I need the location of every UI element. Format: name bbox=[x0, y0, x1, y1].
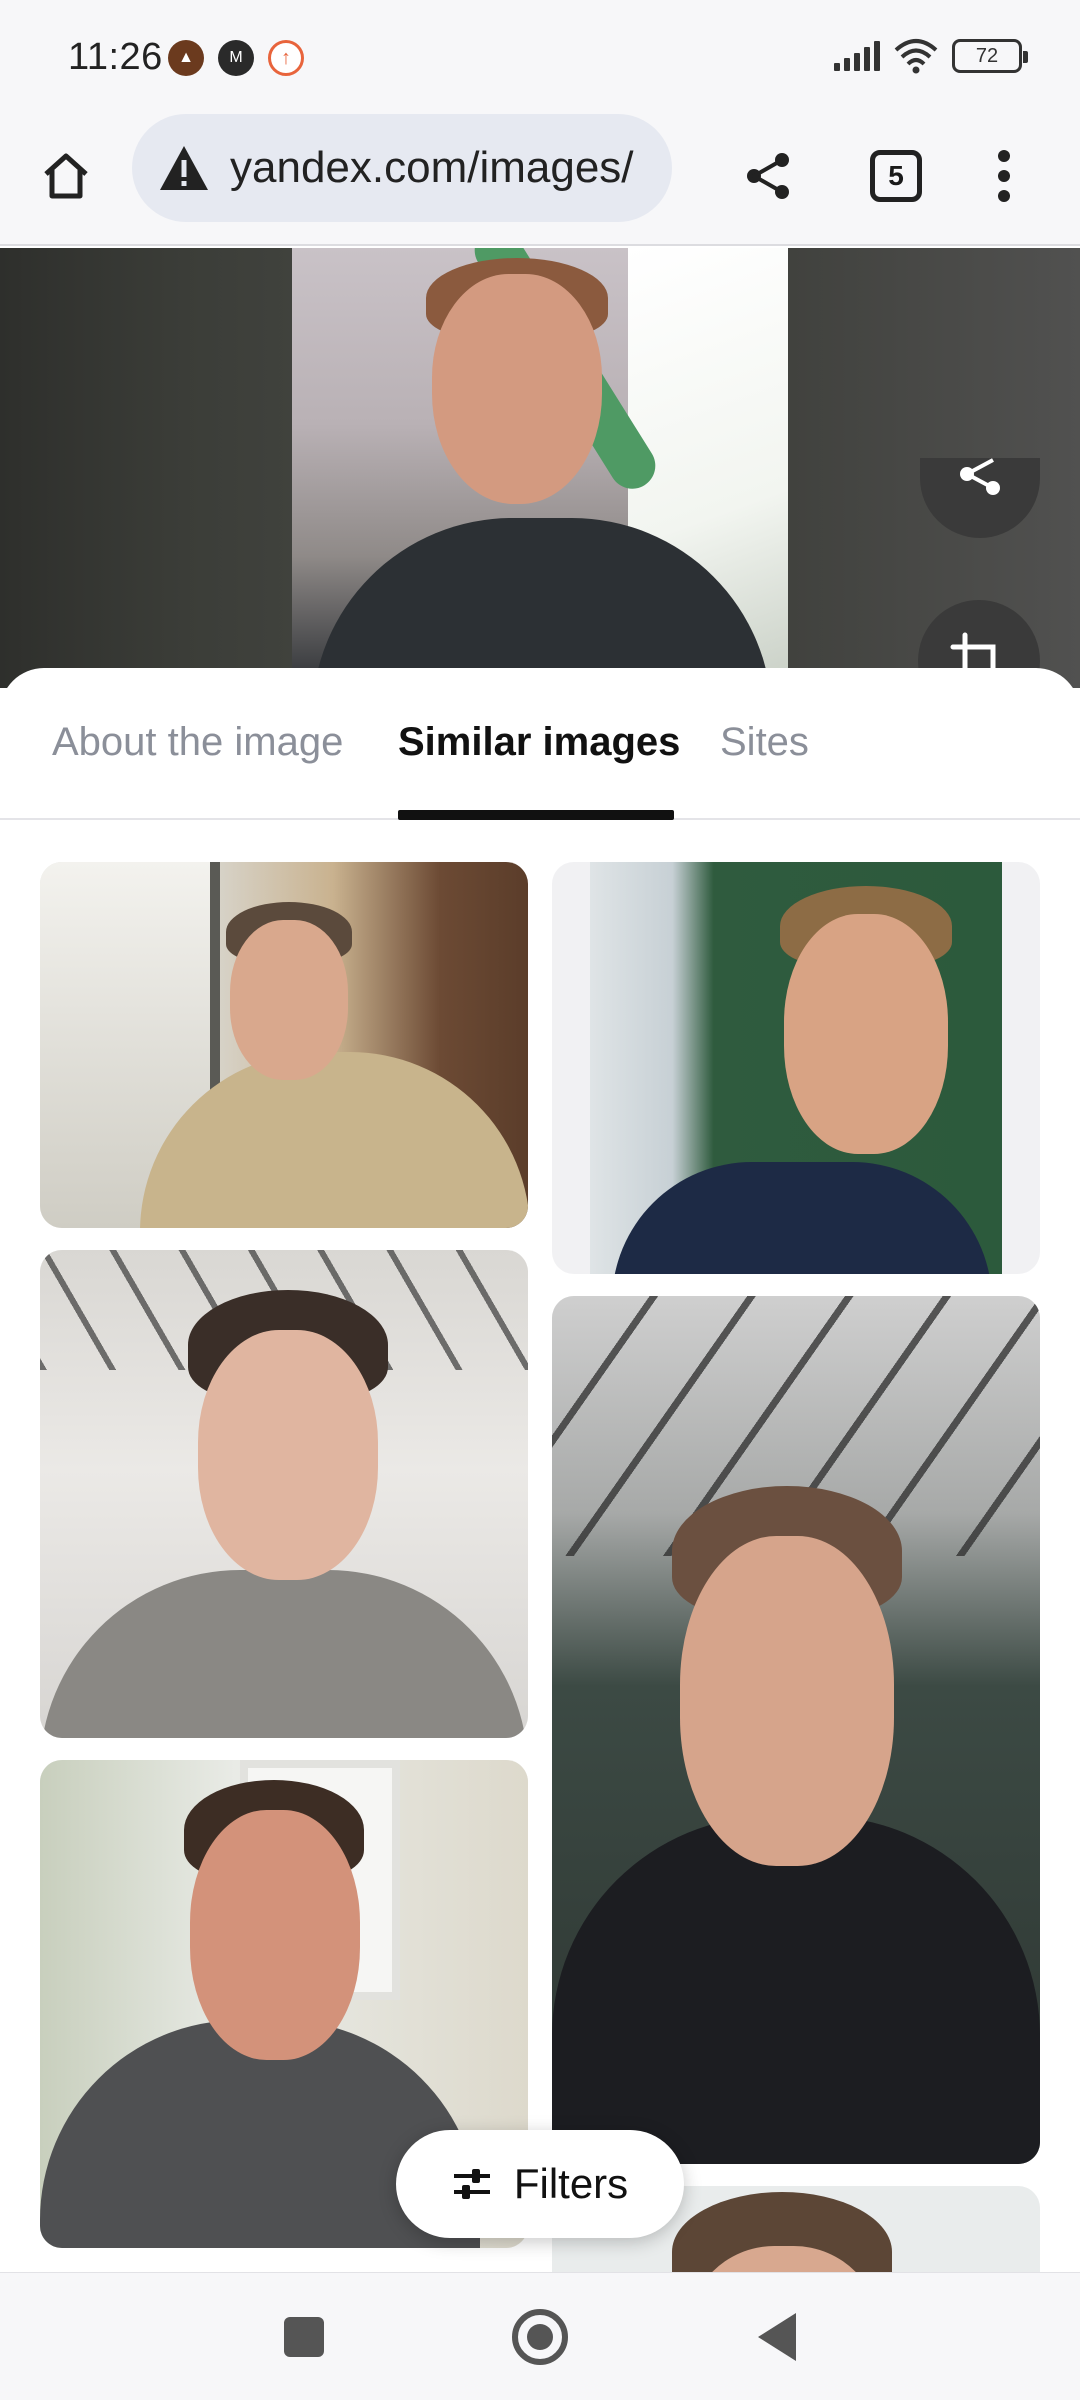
home-icon bbox=[44, 153, 88, 199]
battery-level: 72 bbox=[975, 44, 999, 67]
status-bar: 11:26 ▲ M ↑ 72 bbox=[0, 0, 1080, 110]
similar-image-tile[interactable] bbox=[552, 862, 1040, 1274]
mi-icon: M bbox=[218, 40, 254, 76]
url-text: yandex.com/images/ bbox=[230, 143, 634, 192]
status-icons-right: 72 bbox=[834, 38, 1028, 74]
tab-about-the-image[interactable]: About the image bbox=[52, 720, 343, 765]
more-vertical-icon bbox=[998, 150, 1010, 202]
filters-button[interactable]: Filters bbox=[396, 2130, 684, 2238]
status-time: 11:26 bbox=[68, 36, 163, 78]
status-icons-left: ▲ M ↑ bbox=[168, 40, 304, 76]
preview-share-button[interactable] bbox=[920, 458, 1040, 538]
active-tab-indicator bbox=[398, 810, 674, 820]
tab-similar-images[interactable]: Similar images bbox=[398, 720, 680, 765]
home-circle-icon[interactable] bbox=[512, 2309, 568, 2365]
results-sheet: About the image Similar images Sites bbox=[0, 668, 1080, 2272]
wifi-icon bbox=[894, 39, 938, 74]
tab-count: 5 bbox=[888, 160, 904, 191]
battery-icon: 72 bbox=[952, 39, 1028, 73]
shield-icon: ▲ bbox=[168, 40, 204, 76]
home-button[interactable] bbox=[30, 140, 102, 212]
warning-icon[interactable] bbox=[158, 142, 210, 194]
browser-toolbar: yandex.com/images/ 5 bbox=[0, 110, 1080, 246]
similar-images-grid bbox=[0, 862, 1080, 2272]
signal-icon bbox=[834, 41, 880, 71]
similar-image-tile[interactable] bbox=[552, 1296, 1040, 2164]
share-button[interactable] bbox=[730, 138, 806, 214]
upload-arrow-icon: ↑ bbox=[268, 40, 304, 76]
similar-image-tile[interactable] bbox=[40, 862, 528, 1228]
tab-sites[interactable]: Sites bbox=[720, 720, 809, 765]
tabs-button[interactable]: 5 bbox=[860, 140, 932, 212]
tab-bar: About the image Similar images Sites bbox=[0, 668, 1080, 820]
image-preview[interactable] bbox=[0, 248, 1080, 688]
more-menu-button[interactable] bbox=[968, 140, 1040, 212]
system-nav-bar bbox=[0, 2272, 1080, 2400]
sliders-icon bbox=[453, 2169, 490, 2199]
share-icon bbox=[747, 153, 789, 199]
share-icon bbox=[960, 458, 1000, 495]
preview-face bbox=[432, 274, 602, 504]
filters-label: Filters bbox=[513, 2160, 629, 2207]
recents-square-icon[interactable] bbox=[284, 2317, 324, 2357]
tabs-icon: 5 bbox=[870, 150, 922, 202]
address-bar[interactable]: yandex.com/images/ bbox=[132, 114, 672, 222]
back-triangle-icon[interactable] bbox=[758, 2313, 796, 2361]
similar-image-tile[interactable] bbox=[40, 1250, 528, 1738]
preview-photo[interactable] bbox=[292, 248, 788, 688]
